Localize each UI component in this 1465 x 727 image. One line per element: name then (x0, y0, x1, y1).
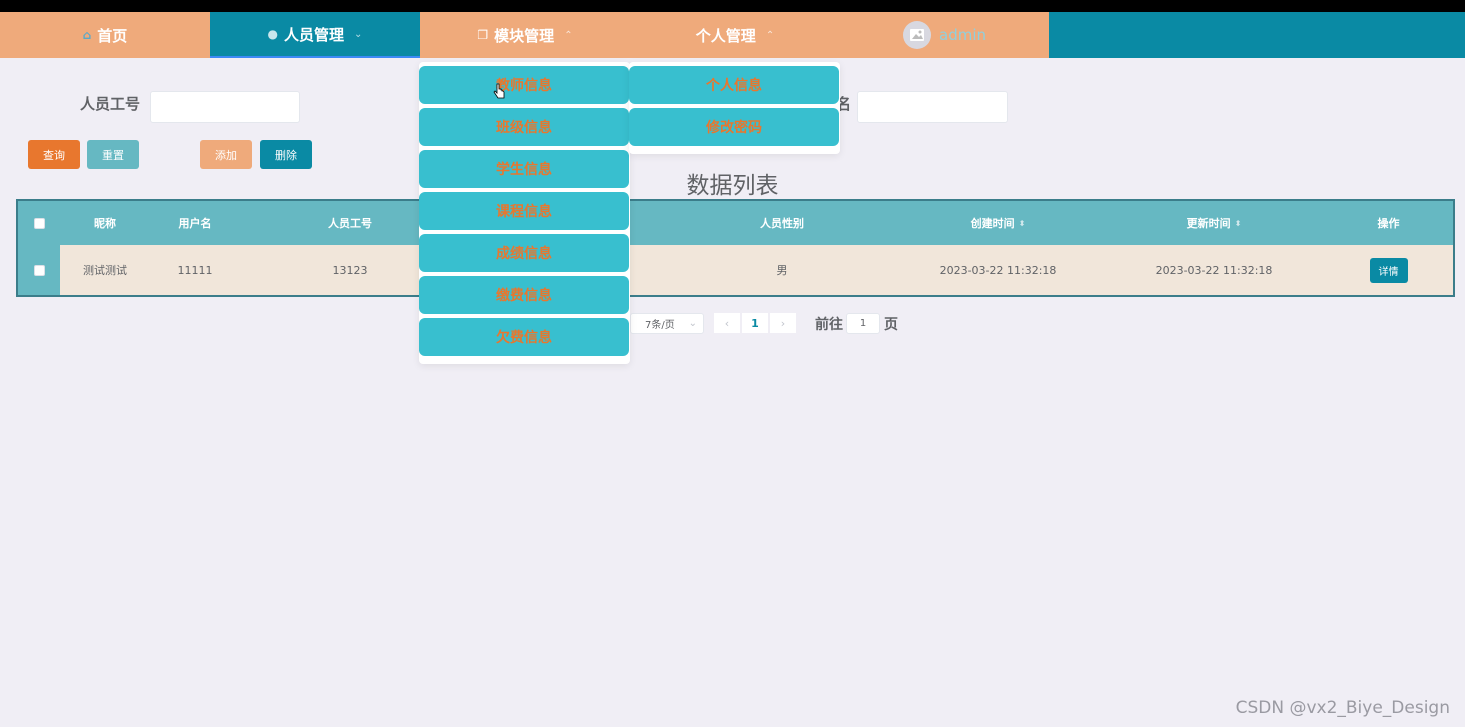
table-header: 昵称 用户名 人员工号 人员性别 创建时间 ⬍ 更新时间 ⬍ 操作 (18, 201, 1453, 245)
menu-item-grades[interactable]: 成绩信息 (419, 234, 629, 272)
add-button[interactable]: 添加 (200, 140, 252, 169)
home-icon: ⌂ (82, 28, 92, 42)
cell-nickname: 测试测试 (83, 264, 127, 277)
staff-id-input[interactable] (150, 91, 300, 123)
top-nav: ⌂ 首页 ● 人员管理 ⌄ ❐ 模块管理 ⌃ 个人管理 ⌃ admin (0, 12, 1465, 58)
chevron-up-icon: ⌃ (765, 29, 775, 41)
query-button[interactable]: 查询 (28, 140, 80, 169)
menu-item-change-password[interactable]: 修改密码 (629, 108, 839, 146)
modules-dropdown: 教师信息 班级信息 学生信息 课程信息 成绩信息 缴费信息 欠费信息 (419, 62, 630, 364)
detail-button[interactable]: 详情 (1369, 257, 1408, 283)
delete-button[interactable]: 删除 (260, 140, 312, 169)
cell-action: 详情 (1324, 245, 1453, 295)
copy-icon: ❐ (477, 28, 489, 42)
avatar (903, 21, 931, 49)
cell-gender: 男 (776, 264, 788, 277)
header-updated[interactable]: 更新时间 ⬍ (1104, 201, 1324, 245)
watermark: CSDN @vx2_Biye_Design (1235, 698, 1450, 718)
page-size-select[interactable]: 7条/页 ⌄ (630, 313, 704, 334)
username-label: admin (939, 26, 986, 44)
hand-cursor-icon (493, 83, 505, 99)
nav-personal-label: 个人管理 (695, 26, 756, 45)
chevron-down-icon: ⌄ (354, 28, 363, 40)
header-gender: 人员性别 (760, 217, 804, 230)
nav-modules-label: 模块管理 (494, 26, 555, 45)
nav-user[interactable]: admin (840, 12, 1049, 58)
menu-item-course[interactable]: 课程信息 (419, 192, 629, 230)
next-page-button[interactable]: › (770, 313, 796, 333)
name-input[interactable] (857, 91, 1008, 123)
menu-item-teacher[interactable]: 教师信息 (419, 66, 629, 104)
header-updated-label: 更新时间 (1186, 217, 1231, 230)
goto-page-input[interactable]: 1 (846, 313, 880, 334)
header-created[interactable]: 创建时间 ⬍ (892, 201, 1104, 245)
menu-item-student[interactable]: 学生信息 (419, 150, 629, 188)
list-title: 数据列表 (686, 173, 779, 199)
row-checkbox[interactable] (33, 264, 45, 276)
cell-username: 11111 (177, 263, 213, 277)
page-number-button[interactable]: 1 (742, 313, 768, 333)
nav-personnel-label: 人员管理 (284, 25, 345, 44)
data-table: 昵称 用户名 人员工号 人员性别 创建时间 ⬍ 更新时间 ⬍ 操作 测试测试 111… (16, 199, 1455, 297)
chevron-up-icon: ⌃ (564, 29, 573, 41)
header-created-label: 创建时间 (970, 217, 1015, 230)
header-nickname: 昵称 (94, 217, 116, 230)
table-row: 测试测试 11111 13123 男 2023-03-22 11:32:18 2… (18, 245, 1453, 295)
row-select-cell (18, 245, 60, 295)
menu-item-class[interactable]: 班级信息 (419, 108, 629, 146)
menu-item-payment[interactable]: 缴费信息 (419, 276, 629, 314)
staff-id-label: 人员工号 (80, 95, 141, 113)
cell-updated: 2023-03-22 11:32:18 (1155, 263, 1273, 277)
select-all-cell (18, 201, 60, 245)
header-username: 用户名 (178, 217, 212, 230)
nav-home-label: 首页 (97, 26, 128, 45)
image-icon (910, 29, 924, 41)
prev-page-button[interactable]: ‹ (714, 313, 740, 333)
goto-label: 前往 (815, 317, 843, 333)
chevron-down-icon: ⌄ (688, 318, 697, 329)
nav-personal[interactable]: 个人管理 ⌃ (630, 12, 840, 58)
nav-personnel[interactable]: ● 人员管理 ⌄ (210, 12, 420, 58)
user-icon: ● (267, 27, 279, 41)
header-action: 操作 (1377, 217, 1400, 230)
reset-button[interactable]: 重置 (87, 140, 139, 169)
select-all-checkbox[interactable] (33, 217, 45, 229)
menu-item-profile[interactable]: 个人信息 (629, 66, 839, 104)
personal-dropdown: 个人信息 修改密码 (629, 62, 840, 154)
nav-home[interactable]: ⌂ 首页 (0, 12, 210, 58)
cell-created: 2023-03-22 11:32:18 (939, 263, 1057, 277)
sort-icon: ⬍ (1018, 218, 1026, 228)
goto-suffix: 页 (884, 317, 898, 333)
nav-modules[interactable]: ❐ 模块管理 ⌃ (420, 12, 630, 58)
page-size-value: 7条/页 (645, 320, 675, 331)
menu-item-arrears[interactable]: 欠费信息 (419, 318, 629, 356)
window-top-bar (0, 0, 1465, 12)
sort-icon: ⬍ (1234, 218, 1242, 228)
